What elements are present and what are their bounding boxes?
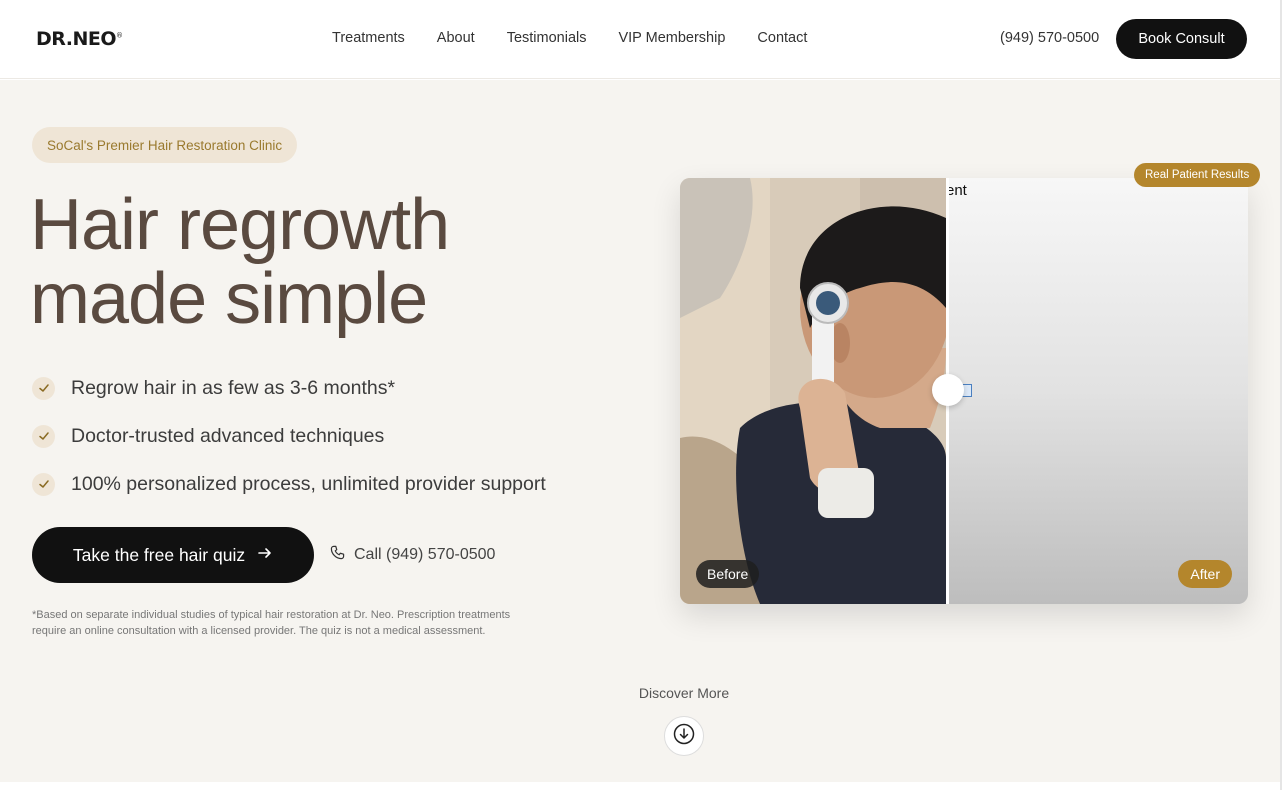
check-icon — [32, 472, 55, 496]
nav-item-vip-membership[interactable]: VIP Membership — [618, 30, 725, 46]
phone-icon — [330, 545, 345, 565]
nav-item-treatments[interactable]: Treatments — [332, 30, 405, 46]
feature-item: Doctor-trusted advanced techniques — [32, 412, 546, 460]
check-icon — [32, 376, 55, 400]
feature-text: Doctor-trusted advanced techniques — [71, 424, 385, 447]
after-label: After — [1178, 560, 1232, 588]
feature-text: 100% personalized process, unlimited pro… — [71, 472, 546, 495]
hero-headline: Hair regrowth made simple — [30, 185, 450, 339]
hair-quiz-button[interactable]: Take the free hair quiz — [32, 527, 314, 583]
hero-section: SoCal's Premier Hair Restoration Clinic … — [0, 80, 1282, 782]
main-nav: Treatments About Testimonials VIP Member… — [332, 30, 807, 46]
before-photo — [680, 178, 946, 604]
book-consult-button[interactable]: Book Consult — [1116, 19, 1247, 59]
nav-item-testimonials[interactable]: Testimonials — [507, 30, 587, 46]
feature-list: Regrow hair in as few as 3-6 months* Doc… — [32, 364, 546, 508]
site-header: DR.NEO® Treatments About Testimonials VI… — [0, 0, 1282, 79]
call-link[interactable]: Call (949) 570-0500 — [330, 545, 495, 565]
feature-item: Regrow hair in as few as 3-6 months* — [32, 364, 546, 412]
logo[interactable]: DR.NEO® — [36, 28, 123, 50]
clinic-pill: SoCal's Premier Hair Restoration Clinic — [32, 127, 298, 163]
disclaimer-text: *Based on separate individual studies of… — [32, 609, 511, 637]
headline-line-1: Hair regrowth — [30, 185, 450, 265]
headline-line-2: made simple — [30, 259, 428, 339]
hair-quiz-label: Take the free hair quiz — [72, 544, 246, 565]
feature-item: 100% personalized process, unlimited pro… — [32, 460, 546, 508]
image-alt-text: ent — [946, 182, 967, 199]
real-patient-results-badge: Real Patient Results — [1134, 163, 1261, 187]
arrow-right-icon — [257, 545, 273, 566]
slider-handle[interactable] — [932, 374, 964, 406]
check-icon — [32, 424, 55, 448]
before-label: Before — [696, 560, 760, 588]
logo-mark: ® — [116, 31, 123, 40]
header-phone-link[interactable]: (949) 570-0500 — [1000, 30, 1099, 46]
nav-item-contact[interactable]: Contact — [757, 30, 807, 46]
before-after-slider[interactable]: ent Before After — [680, 178, 1248, 604]
discover-more-button[interactable] — [664, 716, 704, 756]
nav-item-about[interactable]: About — [437, 30, 475, 46]
logo-text[interactable]: DR.NEO — [36, 28, 117, 50]
discover-more-label: Discover More — [638, 685, 730, 701]
feature-text: Regrow hair in as few as 3-6 months* — [71, 376, 396, 399]
call-link-label: Call (949) 570-0500 — [354, 546, 496, 563]
after-photo — [946, 178, 1248, 604]
arrow-down-circle-icon — [673, 723, 695, 750]
